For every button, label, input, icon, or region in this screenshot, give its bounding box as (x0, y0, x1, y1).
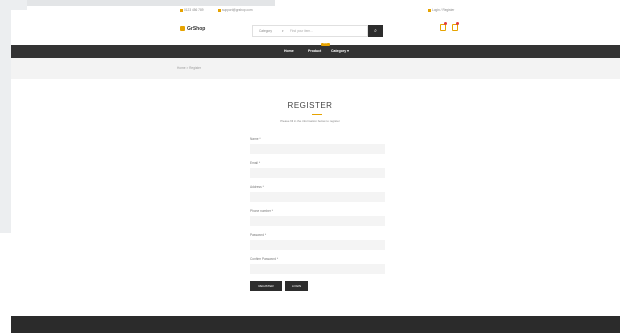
page-subtitle: Please fill in the information below to … (280, 119, 340, 123)
name-label: Name * (250, 137, 261, 141)
nav-item-product[interactable]: Product (308, 49, 321, 53)
wishlist-icon[interactable] (440, 24, 446, 31)
left-edge-panel (0, 0, 11, 233)
login-register-link[interactable]: Login / Register (428, 8, 454, 13)
top-strip (27, 0, 275, 6)
search-input[interactable]: Find your item... (290, 29, 313, 33)
name-field[interactable] (250, 144, 385, 154)
search-box[interactable]: Category ▾ Find your item... (252, 25, 368, 37)
search-category-select[interactable]: Category (259, 29, 272, 33)
confirm-password-field[interactable] (250, 264, 385, 274)
nav-hot-badge: HOT (321, 43, 330, 46)
nav-item-home[interactable]: Home (284, 49, 294, 53)
mail-icon (218, 8, 221, 12)
logo-icon (180, 26, 185, 32)
page-title: REGISTER (287, 101, 333, 110)
nav-item-category[interactable]: Category ▾ (331, 49, 349, 53)
topbar-phone: 0123 456 789 (180, 8, 204, 13)
wishlist-count-badge (444, 22, 447, 25)
topbar-email[interactable]: support@grshop.com (218, 8, 253, 13)
address-field[interactable] (250, 192, 385, 202)
password-field[interactable] (250, 240, 385, 250)
user-icon (428, 8, 431, 12)
cart-count-badge (456, 22, 459, 25)
search-icon: ⌕ (374, 28, 377, 34)
email-field[interactable] (250, 168, 385, 178)
confirm-password-label: Confirm Password * (250, 257, 279, 261)
register-button[interactable]: REGISTER (250, 281, 282, 291)
address-label: Address * (250, 185, 264, 189)
title-underline (312, 114, 322, 115)
breadcrumb-bar: Home > Register (11, 58, 620, 79)
password-label: Password * (250, 233, 267, 237)
phone-label: Phone number * (250, 209, 274, 213)
phone-icon (180, 8, 183, 12)
brand-logo[interactable]: GrShop (180, 26, 205, 32)
main-nav: Home Product HOT Category ▾ (11, 43, 620, 58)
login-button[interactable]: LOGIN (285, 281, 308, 291)
phone-field[interactable] (250, 216, 385, 226)
cart-icon[interactable] (452, 24, 458, 31)
chevron-down-icon: ▾ (282, 29, 284, 33)
footer (11, 316, 620, 333)
left-edge-cap (11, 0, 27, 10)
breadcrumb: Home > Register (177, 66, 202, 70)
email-label: Email * (250, 161, 261, 165)
search-button[interactable]: ⌕ (368, 25, 383, 37)
